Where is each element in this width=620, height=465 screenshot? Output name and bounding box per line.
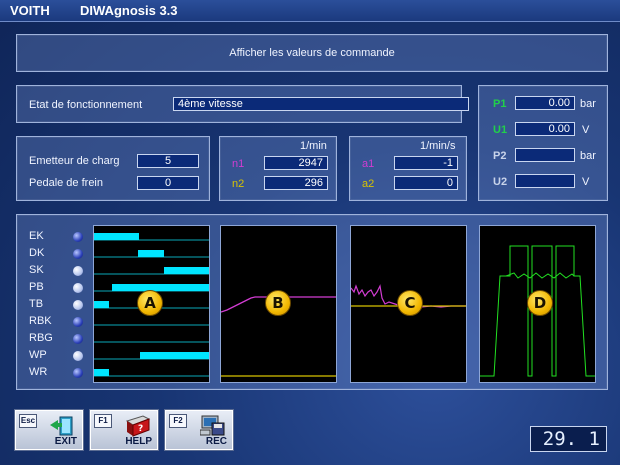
app-name: DIWAgnosis 3.3 <box>80 3 178 18</box>
status-panel: Etat de fonctionnement 4ème vitesse <box>16 85 469 123</box>
signal-label: RBG <box>29 332 53 344</box>
p2-unit: bar <box>580 150 596 162</box>
p2-field <box>515 148 575 162</box>
graph-c-label: C <box>397 290 423 316</box>
u1-unit: V <box>582 124 590 136</box>
p1-field: 0.00 <box>515 96 575 110</box>
p1-label: P1 <box>493 98 507 110</box>
signal-led <box>73 283 83 293</box>
exit-button[interactable]: Esc EXIT <box>14 409 84 451</box>
signal-led <box>73 249 83 259</box>
emetteur-field: 5 <box>137 154 199 168</box>
graphs-panel: EK DK SK PB TB RBK RBG WP WR A B C D <box>16 214 608 390</box>
signal-led <box>73 266 83 276</box>
graph-d-label: D <box>527 290 553 316</box>
f2-key: F2 <box>169 414 187 428</box>
u1-field: 0.00 <box>515 122 575 136</box>
signal-label: DK <box>29 247 45 259</box>
svg-text:?: ? <box>138 424 143 434</box>
n1-label: n1 <box>232 158 245 170</box>
signal-label: WP <box>29 349 47 361</box>
a1-label: a1 <box>362 158 375 170</box>
u2-label: U2 <box>493 176 508 188</box>
pedale-label: Pedale de frein <box>29 177 103 189</box>
u2-unit: V <box>582 176 590 188</box>
signal-led <box>73 368 83 378</box>
status-value: 4ème vitesse <box>173 97 469 111</box>
signal-led <box>73 351 83 361</box>
f1-key: F1 <box>94 414 112 428</box>
help-button[interactable]: F1 ? HELP <box>89 409 159 451</box>
exit-label: EXIT <box>54 436 77 447</box>
save-computer-icon <box>200 415 225 436</box>
speeds-panel: 1/min n1 2947 n2 296 <box>219 136 337 201</box>
u1-label: U1 <box>493 124 508 136</box>
a2-field: 0 <box>394 176 458 190</box>
graph-a-label: A <box>137 290 163 316</box>
pressure-panel: P1 0.00 bar U1 0.00 V P2 bar U2 V <box>478 85 608 201</box>
n2-label: n2 <box>232 178 245 190</box>
value-display: 29. 1 <box>530 426 607 452</box>
signal-label: TB <box>29 298 44 310</box>
help-book-icon: ? <box>125 415 151 437</box>
help-label: HELP <box>125 436 152 447</box>
graph-b-label: B <box>265 290 291 316</box>
rec-button[interactable]: F2 REC <box>164 409 234 451</box>
brand-label: VOITH <box>10 3 50 18</box>
signal-led <box>73 232 83 242</box>
pedale-field: 0 <box>137 176 199 190</box>
accel-panel: 1/min/s a1 -1 a2 0 <box>349 136 467 201</box>
signal-label: SK <box>29 264 44 276</box>
a2-label: a2 <box>362 178 375 190</box>
a1-field: -1 <box>394 156 458 170</box>
n1-field: 2947 <box>264 156 328 170</box>
page-title: Afficher les valeurs de commande <box>229 47 395 59</box>
emetteur-label: Emetteur de charg <box>29 155 120 167</box>
signal-label: EK <box>29 230 44 242</box>
signal-led <box>73 317 83 327</box>
inputs-panel: Emetteur de charg 5 Pedale de frein 0 <box>16 136 210 201</box>
exit-door-icon <box>50 416 73 436</box>
rec-label: REC <box>205 436 227 447</box>
status-label: Etat de fonctionnement <box>29 99 143 111</box>
n2-field: 296 <box>264 176 328 190</box>
accel-unit: 1/min/s <box>420 140 456 152</box>
header-panel: Afficher les valeurs de commande <box>16 34 608 72</box>
speeds-unit: 1/min <box>300 140 327 152</box>
p2-label: P2 <box>493 150 507 162</box>
title-bar: VOITH DIWAgnosis 3.3 <box>0 0 620 22</box>
signal-led <box>73 300 83 310</box>
signal-label: PB <box>29 281 44 293</box>
signal-label: RBK <box>29 315 52 327</box>
u2-field <box>515 174 575 188</box>
signal-label: WR <box>29 366 48 378</box>
esc-key: Esc <box>19 414 37 428</box>
signal-led <box>73 334 83 344</box>
p1-unit: bar <box>580 98 596 110</box>
